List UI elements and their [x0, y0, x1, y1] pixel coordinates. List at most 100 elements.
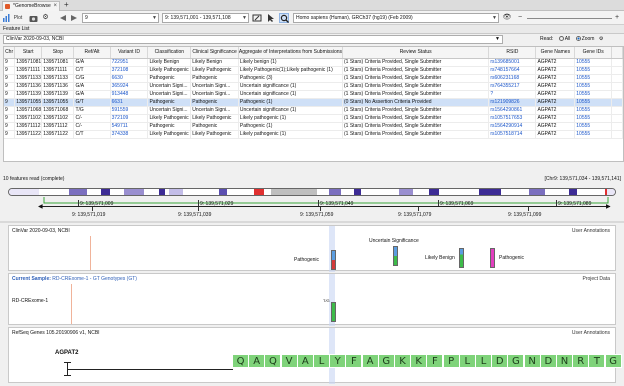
table-cell[interactable]: 913448 — [110, 90, 149, 99]
amino-acid[interactable]: K — [394, 354, 411, 368]
clinvar-track-menu[interactable]: User Annotations — [572, 228, 610, 234]
read-all-radio[interactable] — [558, 36, 564, 42]
genotype-glyph[interactable] — [331, 302, 336, 322]
amino-acid[interactable]: G — [507, 354, 525, 368]
pointer-icon[interactable] — [266, 13, 275, 23]
table-row[interactable]: 9 139571139 139571139 G/A 913448 Uncertain Si… — [4, 90, 623, 99]
table-cell[interactable]: 10555 — [574, 90, 613, 99]
table-cell[interactable]: rs1564290861 — [488, 106, 537, 115]
table-cell[interactable]: 372109 — [110, 114, 149, 123]
column-header[interactable]: Chr — [4, 47, 16, 59]
table-cell[interactable]: 6630 — [110, 74, 149, 83]
table-cell[interactable]: rs1564290914 — [488, 122, 537, 131]
table-row[interactable]: 9 139571068 139571068 T/G 591559 Uncertain Si… — [4, 106, 623, 115]
table-cell[interactable]: 10555 — [574, 98, 613, 107]
amino-acid[interactable]: L — [313, 354, 330, 368]
amino-acid[interactable]: G — [604, 354, 622, 368]
amino-acid[interactable]: Q — [264, 354, 282, 368]
column-header[interactable]: RSID — [488, 47, 537, 59]
tab-genomebrowse[interactable]: *GenomeBrowse × — [2, 1, 60, 11]
column-header[interactable]: Start — [14, 47, 43, 59]
amino-acid[interactable]: A — [361, 354, 379, 368]
table-cell[interactable]: 549711 — [110, 122, 149, 131]
range-input[interactable]: 9: 139,571,001 - 139,571,108 ▼ — [162, 13, 249, 23]
table-cell[interactable]: rs139685001 — [488, 58, 537, 67]
table-row[interactable]: 9 139571102 139571102 C/- 372109 Likely Patho… — [4, 114, 623, 123]
table-cell[interactable]: 722951 — [110, 58, 149, 67]
amino-acid[interactable]: A — [248, 354, 266, 368]
amino-acid[interactable]: F — [426, 354, 444, 368]
table-row[interactable]: 9 139571136 139571136 G/A 365924 Uncertain Si… — [4, 82, 623, 91]
table-cell[interactable]: rs1057518714 — [488, 130, 537, 139]
table-cell[interactable]: ? — [488, 90, 537, 99]
plot-icon[interactable] — [2, 13, 10, 23]
column-header[interactable]: Stop — [41, 47, 75, 59]
amino-acid[interactable]: V — [280, 354, 298, 368]
gear-icon[interactable]: ⚙ — [41, 13, 50, 23]
table-cell[interactable]: rs606231168 — [488, 74, 537, 83]
amino-acid[interactable]: P — [442, 354, 460, 368]
table-cell[interactable]: rs748157664 — [488, 66, 537, 75]
amino-acid[interactable]: R — [572, 354, 590, 368]
table-cell[interactable]: 10555 — [574, 106, 613, 115]
zoom-to-fit-icon[interactable] — [252, 13, 262, 23]
genome-select[interactable]: Homo sapiens (Human), GRCh37 (hg19) (Feb… — [293, 13, 499, 23]
table-cell[interactable]: 591559 — [110, 106, 149, 115]
table-row[interactable]: 9 139571122 139571122 C/T 374338 Likely Patho… — [4, 130, 623, 139]
camera-icon[interactable] — [29, 13, 38, 23]
close-tab-icon[interactable]: × — [53, 2, 57, 11]
gene-track-menu[interactable]: User Annotations — [572, 330, 610, 336]
amino-acid[interactable]: L — [458, 354, 476, 368]
table-cell[interactable]: 10555 — [574, 66, 613, 75]
amino-acid[interactable]: Q — [232, 354, 249, 368]
back-icon[interactable] — [58, 13, 67, 23]
column-header[interactable]: Gene IDs — [574, 47, 613, 59]
table-cell[interactable]: 10555 — [574, 130, 613, 139]
table-row[interactable]: 9 139571081 139571081 G/A 722951 Likely Benig… — [4, 58, 623, 67]
column-header[interactable]: Clinical Significance — [190, 47, 239, 59]
table-cell[interactable]: 6631 — [110, 98, 149, 107]
table-cell[interactable]: 10555 — [574, 74, 613, 83]
table-row[interactable]: 9 139571111 139571111 C/T 372108 Likely Patho… — [4, 66, 623, 75]
zoom-slider[interactable] — [527, 18, 612, 19]
zoom-in-icon[interactable]: + — [612, 13, 622, 23]
table-cell[interactable]: 10555 — [574, 58, 613, 67]
column-header[interactable]: Review Status — [342, 47, 490, 59]
amino-acid[interactable]: K — [410, 354, 428, 368]
amino-acid[interactable]: D — [539, 354, 557, 368]
column-header[interactable]: Ref/Alt — [73, 47, 111, 59]
pane-divider[interactable] — [0, 221, 624, 223]
amino-acid[interactable]: L — [475, 354, 492, 368]
amino-acid[interactable]: F — [345, 354, 363, 368]
table-cell[interactable]: 10555 — [574, 114, 613, 123]
variant-glyph[interactable] — [331, 250, 336, 270]
ruler-right-arrow-icon[interactable]: ▶ — [606, 203, 611, 210]
source-select[interactable]: ClinVar 2020-09-03, NCBI ▼ — [3, 35, 503, 44]
variant-glyph[interactable] — [393, 246, 398, 266]
chromosome-select[interactable]: 9 ▼ — [82, 13, 159, 23]
table-row[interactable]: 9 139571133 139571133 C/G 6630 Pathogenic Path… — [4, 74, 623, 83]
table-cell[interactable]: rs764355217 — [488, 82, 537, 91]
table-cell[interactable]: rs121909826 — [488, 98, 537, 107]
variant-glyph[interactable] — [490, 248, 495, 268]
table-cell[interactable]: 372108 — [110, 66, 149, 75]
add-tab-button[interactable]: + — [64, 0, 69, 9]
plot-button[interactable]: Plot — [11, 13, 25, 23]
amino-acid[interactable]: N — [556, 354, 573, 368]
search-icon[interactable] — [279, 13, 289, 23]
column-header[interactable]: Variant ID — [110, 47, 149, 59]
forward-icon[interactable] — [70, 13, 79, 23]
table-cell[interactable]: 10555 — [574, 122, 613, 131]
table-cell[interactable]: 365924 — [110, 82, 149, 91]
amino-acid[interactable]: G — [377, 354, 395, 368]
table-cell[interactable]: rs1057517653 — [488, 114, 537, 123]
column-header[interactable]: Gene Names — [535, 47, 576, 59]
table-row[interactable]: 9 139571112 139571112 C/- 549711 Pathogenic Pa… — [4, 122, 623, 131]
amino-acid[interactable]: A — [296, 354, 314, 368]
zoom-out-icon[interactable]: − — [516, 13, 524, 23]
eye-icon[interactable]: 👁 — [502, 13, 512, 23]
amino-acid[interactable]: T — [588, 354, 606, 368]
sample-track-menu[interactable]: Project Data — [582, 276, 610, 282]
column-header[interactable]: Aggregate of Interpretations from Submis… — [238, 47, 344, 59]
ruler-left-arrow-icon[interactable]: ◀ — [38, 203, 43, 210]
